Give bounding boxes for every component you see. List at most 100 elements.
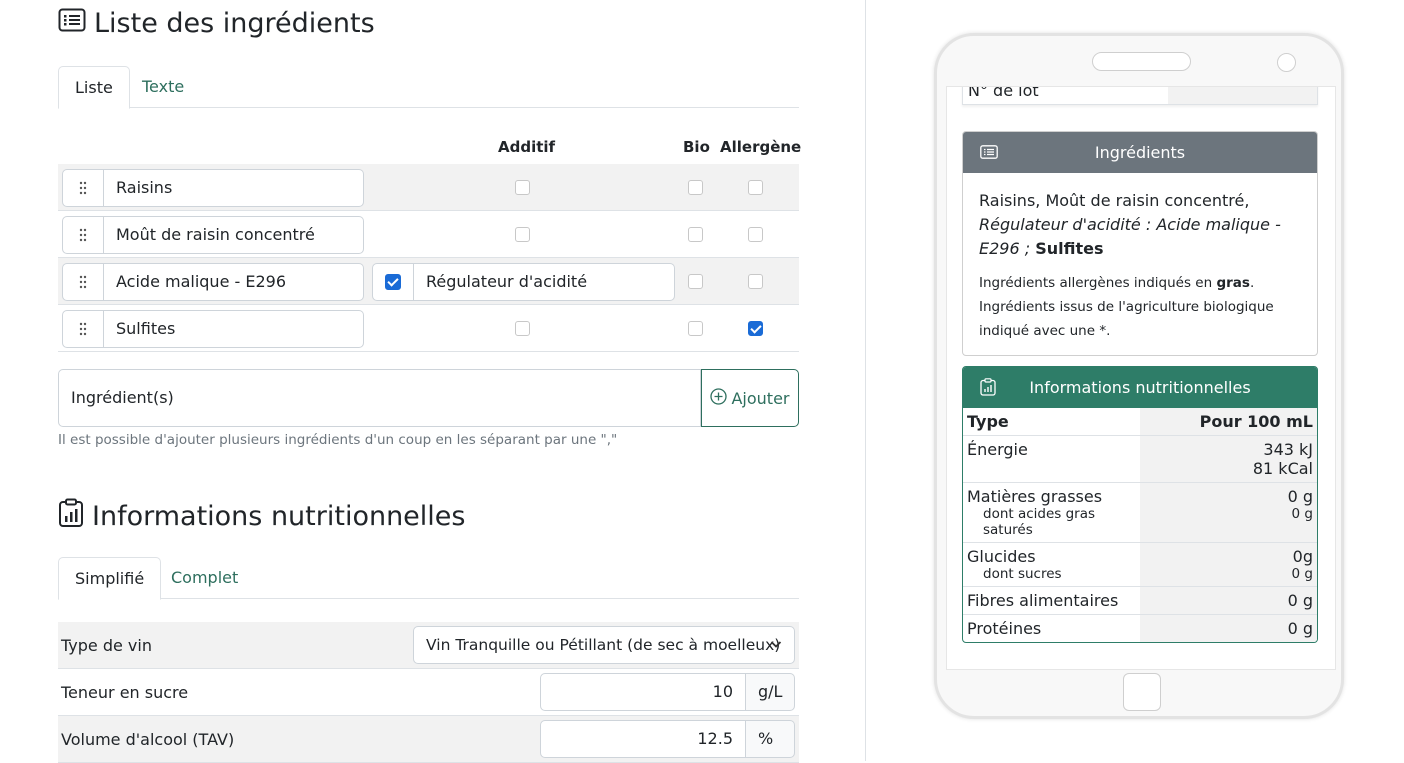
tab-complet[interactable]: Complet (155, 557, 254, 599)
preview-panel: N° de lot Ingrédients Raisins, Moût de r… (866, 0, 1404, 761)
additif-group: Régulateur d'acidité (372, 263, 675, 301)
tab-liste[interactable]: Liste (58, 66, 130, 109)
note-organic: Ingrédients issus de l'agriculture biolo… (979, 299, 1274, 339)
note-allergens-bold: gras (1216, 275, 1250, 291)
table-row: Protéines 0 g (963, 614, 1317, 642)
header-value: Pour 100 mL (1140, 408, 1317, 436)
ingredient-row-raisins: Raisins (58, 164, 799, 211)
plus-circle-icon (710, 387, 728, 409)
alcohol-label: Volume d'alcool (TAV) (61, 730, 235, 749)
drag-handle-icon[interactable] (62, 169, 104, 207)
tab-texte[interactable]: Texte (126, 66, 200, 108)
lot-row: N° de lot (962, 86, 1318, 105)
fiber-value: 0 g (1140, 586, 1317, 615)
phone-screen[interactable]: N° de lot Ingrédients Raisins, Moût de r… (946, 86, 1336, 670)
additif-checkbox[interactable] (515, 180, 530, 195)
protein-label: Protéines (963, 614, 1140, 642)
ingredient-name-input[interactable]: Raisins (104, 169, 364, 207)
ingredients-tabs: Liste Texte (58, 66, 799, 109)
phone-home-button[interactable] (1123, 673, 1161, 711)
sugar-row: Teneur en sucre 10 g/L (58, 669, 799, 716)
saturated-label: dont acides gras saturés (983, 506, 1096, 538)
col-bio: Bio (683, 138, 710, 156)
nutrition-tabs: Simplifié Complet (58, 557, 799, 600)
additif-category-select[interactable]: Régulateur d'acidité (414, 263, 675, 301)
editor-panel: Liste des ingrédients Liste Texte Additi… (0, 0, 866, 763)
phone-mockup: N° de lot Ingrédients Raisins, Moût de r… (934, 33, 1344, 719)
wine-type-select[interactable]: Vin Tranquille ou Pétillant (de sec à mo… (413, 626, 795, 664)
allergene-checkbox[interactable] (748, 180, 763, 195)
list-icon (980, 144, 998, 163)
nutrition-title: Informations nutritionnelles (92, 501, 466, 532)
clipboard-chart-icon (980, 378, 996, 400)
wine-type-label: Type de vin (61, 636, 152, 655)
ingredient-row-sulfites: Sulfites (58, 305, 799, 352)
drag-handle-icon[interactable] (62, 216, 104, 254)
fat-value: 0 g (1287, 487, 1313, 506)
alcohol-input[interactable]: 12.5 (540, 720, 746, 758)
alcohol-row: Volume d'alcool (TAV) 12.5 % (58, 716, 799, 763)
table-row: Fibres alimentaires 0 g (963, 586, 1317, 615)
add-ingredient-button[interactable]: Ajouter (701, 369, 799, 427)
note-allergens: Ingrédients allergènes indiqués en (979, 275, 1217, 291)
fat-label: Matières grasses (967, 487, 1103, 506)
add-ingredient-input[interactable]: Ingrédient(s) (58, 369, 701, 427)
bio-checkbox[interactable] (688, 274, 703, 289)
ingredients-plain: Raisins, Moût de raisin concentré, (979, 191, 1250, 210)
bio-checkbox[interactable] (688, 227, 703, 242)
ingredients-bold: Sulfites (1035, 239, 1104, 258)
phone-camera (1277, 53, 1296, 72)
carb-label: Glucides (967, 547, 1036, 566)
carb-cell: Glucides dont sucres (963, 542, 1140, 587)
sugar-unit: g/L (746, 673, 795, 711)
phone-speaker (1092, 52, 1191, 71)
add-help-text: Il est possible d'ajouter plusieurs ingr… (58, 432, 618, 448)
ingredients-title: Liste des ingrédients (94, 8, 375, 39)
additif-checkbox[interactable] (515, 321, 530, 336)
ingredients-card-body: Raisins, Moût de raisin concentré, Régul… (963, 173, 1317, 355)
sugar-input[interactable]: 10 (540, 673, 746, 711)
saturated-value: 0 g (1291, 506, 1313, 522)
ingredients-card-header: Ingrédients (963, 132, 1317, 173)
drag-handle-icon[interactable] (62, 310, 104, 348)
bio-checkbox[interactable] (688, 180, 703, 195)
wine-type-value: Vin Tranquille ou Pétillant (de sec à mo… (426, 636, 781, 654)
table-row: Type Pour 100 mL (963, 408, 1317, 436)
note-allergens-end: . (1249, 275, 1255, 291)
ingredient-name-input[interactable]: Acide malique - E296 (104, 263, 364, 301)
list-icon (58, 8, 86, 39)
ingredients-italic: Régulateur d'acidité : Acide malique - E… (979, 215, 1281, 258)
ingredients-heading: Liste des ingrédients (58, 8, 375, 39)
fiber-label: Fibres alimentaires (963, 586, 1140, 615)
nutrition-heading: Informations nutritionnelles (58, 498, 465, 535)
drag-handle-icon[interactable] (62, 263, 104, 301)
allergene-checkbox[interactable] (748, 274, 763, 289)
nutrition-card-title: Informations nutritionnelles (1029, 378, 1251, 397)
nutrition-card-header: Informations nutritionnelles (963, 367, 1317, 408)
ingredient-name-input[interactable]: Moût de raisin concentré (104, 216, 364, 254)
table-row: Énergie 343 kJ 81 kCal (963, 435, 1317, 483)
lot-label: N° de lot (968, 86, 1039, 100)
carb-value: 0g (1292, 547, 1313, 566)
col-allergene: Allergène (720, 138, 802, 156)
table-row: Glucides dont sucres 0g 0 g (963, 542, 1317, 587)
allergene-checkbox[interactable] (748, 227, 763, 242)
fat-cell: Matières grasses dont acides gras saturé… (963, 482, 1140, 543)
protein-value: 0 g (1140, 614, 1317, 642)
fat-values: 0 g 0 g (1140, 482, 1317, 543)
ingredient-name-input[interactable]: Sulfites (104, 310, 364, 348)
tab-simplifie[interactable]: Simplifié (58, 557, 162, 600)
bio-checkbox[interactable] (688, 321, 703, 336)
energy-kj: 343 kJ (1263, 440, 1313, 459)
ingredients-notes: Ingrédients allergènes indiqués en gras.… (979, 271, 1301, 343)
energy-values: 343 kJ 81 kCal (1140, 435, 1317, 483)
ingredients-card-title: Ingrédients (1094, 143, 1186, 162)
nutrition-table: Type Pour 100 mL Énergie 343 kJ 81 kCal … (963, 408, 1317, 642)
allergene-checkbox[interactable] (748, 321, 763, 336)
additif-checkbox[interactable] (385, 274, 401, 290)
sugar-sub-label: dont sucres (983, 566, 1062, 582)
energy-label: Énergie (963, 435, 1140, 483)
ingredient-row-acide: Acide malique - E296 Régulateur d'acidit… (58, 258, 799, 305)
additif-checkbox[interactable] (515, 227, 530, 242)
nutrition-card: Informations nutritionnelles Type Pour 1… (962, 366, 1318, 643)
